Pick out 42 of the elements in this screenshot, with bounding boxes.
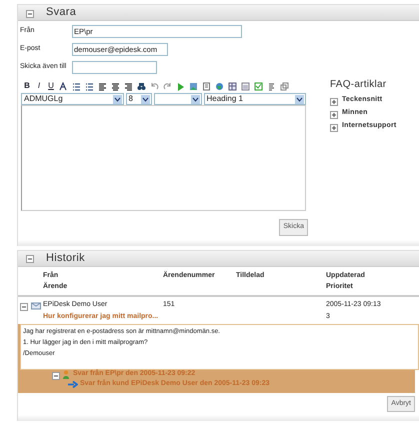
dropdown[interactable]: Heading 1 (204, 93, 306, 105)
dropdown[interactable]: ADMUGLg (21, 93, 124, 105)
bullet-list-icon[interactable] (72, 82, 81, 90)
expand-icon[interactable] (330, 98, 338, 106)
person-icon (62, 370, 71, 379)
expand-icon[interactable] (330, 110, 338, 118)
envelope-icon (31, 301, 41, 310)
panel-title: Historik (46, 250, 85, 266)
chevron-down-icon (140, 94, 150, 104)
table-icon[interactable] (228, 82, 237, 90)
text-color-icon[interactable] (59, 82, 68, 90)
text-field[interactable] (72, 60, 157, 74)
globe-icon[interactable] (215, 82, 224, 90)
collapse-icon[interactable] (26, 255, 34, 263)
window-icon[interactable] (241, 82, 250, 90)
format-button[interactable]: I (35, 80, 43, 92)
undo-icon[interactable] (150, 82, 159, 90)
collapse-icon[interactable] (52, 372, 60, 380)
chevron-down-icon (295, 94, 304, 104)
layers-icon[interactable] (280, 82, 289, 90)
binoculars-icon[interactable] (137, 82, 146, 90)
play-icon[interactable] (176, 82, 185, 90)
arrow-right-icon (68, 381, 78, 388)
paragraph-icon[interactable] (267, 82, 276, 90)
chevron-down-icon (190, 94, 200, 104)
checkbox-icon[interactable] (254, 82, 263, 90)
format-button[interactable]: B (23, 80, 31, 92)
expand-icon[interactable] (330, 124, 338, 132)
chevron-down-icon (112, 94, 122, 104)
dropdown[interactable]: 8 (126, 93, 152, 105)
format-button[interactable]: U (47, 80, 55, 92)
redo-icon[interactable] (163, 82, 172, 90)
align-left-icon[interactable] (98, 82, 107, 90)
faq-title: FAQ-artiklar (330, 78, 388, 92)
numbered-list-icon[interactable] (85, 82, 94, 90)
align-right-icon[interactable] (124, 82, 133, 90)
align-center-icon[interactable] (111, 82, 120, 90)
collapse-icon[interactable] (20, 302, 28, 310)
collapse-icon[interactable] (26, 10, 34, 18)
panel-title: Svara (46, 5, 76, 20)
document-icon[interactable] (202, 82, 211, 90)
image-icon[interactable] (189, 82, 198, 90)
